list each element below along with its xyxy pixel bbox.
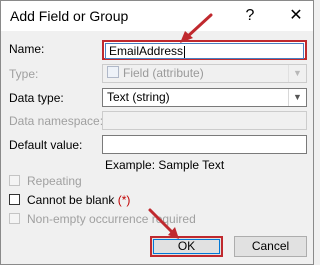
annotation-arrow-icon xyxy=(180,13,213,43)
required-marker: (*) xyxy=(117,193,131,207)
repeating-label: Repeating xyxy=(27,174,82,188)
type-select[interactable]: Field (attribute) ▼ xyxy=(102,64,307,83)
text-caret xyxy=(184,45,186,58)
cannot-be-blank-label: Cannot be blank xyxy=(27,193,115,207)
annotation-arrow-icon xyxy=(148,208,179,239)
cancel-button[interactable]: Cancel xyxy=(234,236,307,257)
field-icon xyxy=(107,66,119,78)
data-type-label: Data type: xyxy=(9,91,64,105)
dialog-title: Add Field or Group xyxy=(10,8,129,24)
title-bar: Add Field or Group ? ✕ xyxy=(1,1,313,31)
repeating-checkbox[interactable] xyxy=(9,175,20,186)
non-empty-occurrence-checkbox[interactable] xyxy=(9,213,20,224)
example-text: Example: Sample Text xyxy=(105,158,225,172)
question-mark-icon[interactable]: ? xyxy=(239,5,261,27)
data-type-select-value: Text (string) xyxy=(107,90,170,104)
type-label: Type: xyxy=(9,67,39,81)
data-type-select[interactable]: Text (string) ▼ xyxy=(102,88,307,107)
default-value-input[interactable] xyxy=(102,135,307,154)
name-input-value: EmailAddress xyxy=(109,44,184,58)
data-namespace-label: Data namespace: xyxy=(9,114,104,128)
default-value-label: Default value: xyxy=(9,138,83,152)
cancel-button-label: Cancel xyxy=(251,239,290,253)
cannot-be-blank-checkbox[interactable] xyxy=(9,194,20,205)
close-icon[interactable]: ✕ xyxy=(285,5,307,27)
name-label: Name: xyxy=(9,42,45,56)
type-select-value: Field (attribute) xyxy=(123,66,204,80)
add-field-dialog: Add Field or Group ? ✕ Name: EmailAddres… xyxy=(0,0,314,265)
chevron-down-icon[interactable]: ▼ xyxy=(288,89,306,106)
cannot-be-blank-text: Cannot be blank (*) xyxy=(27,193,130,207)
data-namespace-input[interactable] xyxy=(102,111,307,130)
chevron-down-icon[interactable]: ▼ xyxy=(288,65,306,82)
